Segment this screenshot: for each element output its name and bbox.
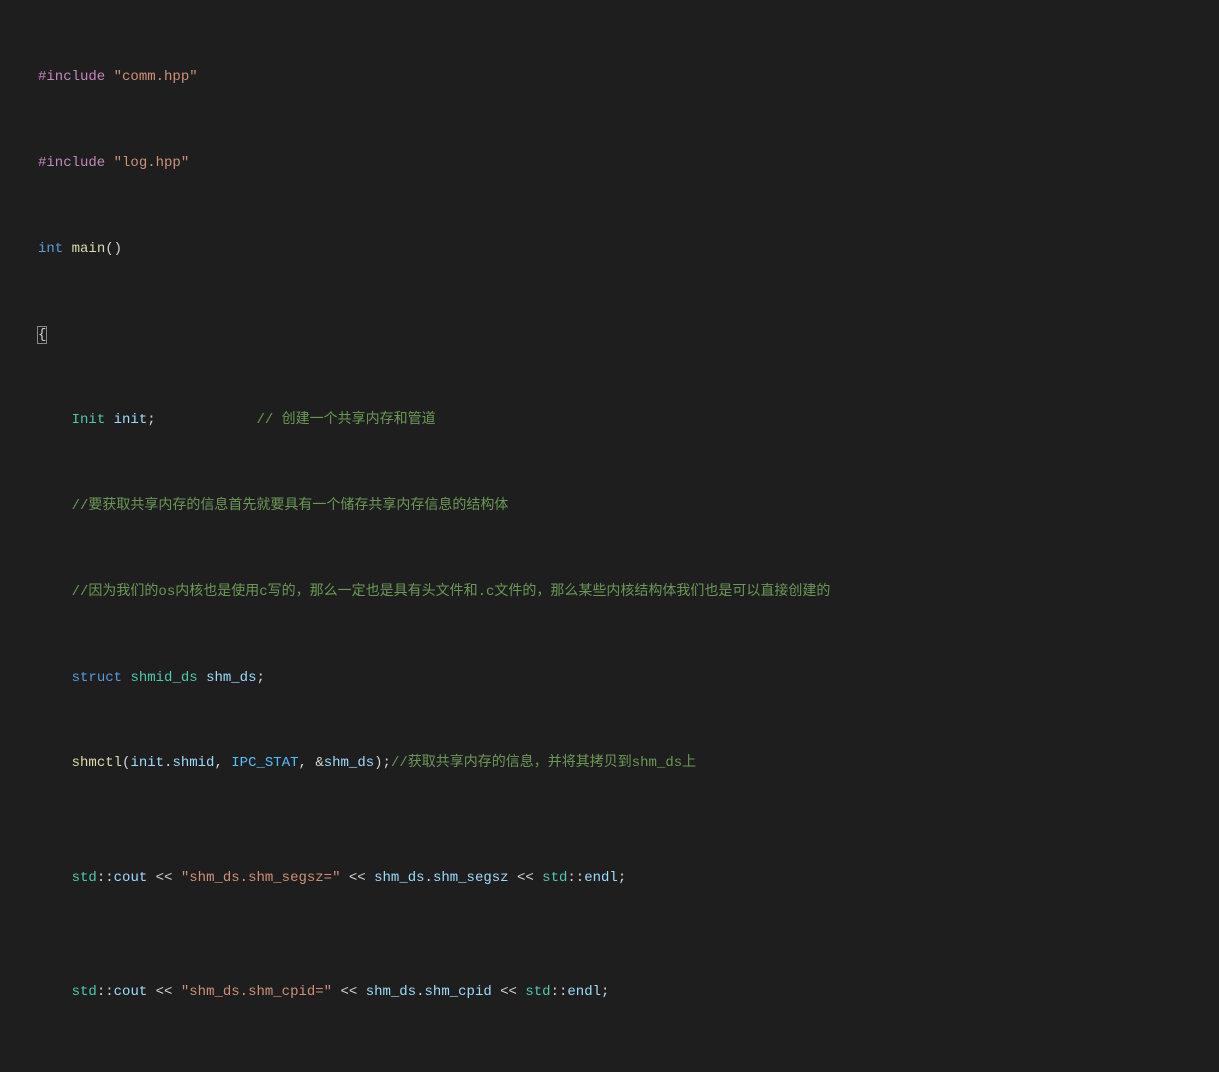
include-directive: #include [38, 155, 105, 171]
comment: //获取共享内存的信息，并将其拷贝到shm_ds上 [391, 755, 696, 771]
open-brace: { [37, 326, 47, 344]
code-line[interactable]: std::cout << "shm_ds.shm_cpid=" << shm_d… [38, 978, 1219, 1007]
comment: //因为我们的os内核也是使用c写的，那么一定也是具有头文件和.c文件的，那么某… [72, 584, 831, 600]
function-name: main [72, 241, 106, 257]
code-line[interactable]: shmctl(init.shmid, IPC_STAT, &shm_ds);//… [38, 749, 1219, 778]
constant: IPC_STAT [231, 755, 298, 771]
include-path: "log.hpp" [114, 155, 190, 171]
code-line[interactable]: int main() [38, 235, 1219, 264]
include-directive: #include [38, 69, 105, 85]
type-name: Init [72, 412, 106, 428]
code-line[interactable]: #include "log.hpp" [38, 149, 1219, 178]
code-line[interactable]: #include "comm.hpp" [38, 63, 1219, 92]
type-name: shmid_ds [130, 670, 197, 686]
variable: shm_ds [206, 670, 256, 686]
comment: // 创建一个共享内存和管道 [256, 412, 435, 428]
code-line[interactable]: //要获取共享内存的信息首先就要具有一个储存共享内存信息的结构体 [38, 492, 1219, 521]
code-line[interactable]: std::cout << "shm_ds.shm_segsz=" << shm_… [38, 864, 1219, 893]
variable: init [114, 412, 148, 428]
code-editor[interactable]: #include "comm.hpp" #include "log.hpp" i… [0, 0, 1219, 1072]
struct-keyword: struct [72, 670, 122, 686]
code-line[interactable]: struct shmid_ds shm_ds; [38, 664, 1219, 693]
code-line[interactable]: //因为我们的os内核也是使用c写的，那么一定也是具有头文件和.c文件的，那么某… [38, 578, 1219, 607]
include-path: "comm.hpp" [114, 69, 198, 85]
code-line[interactable]: { [38, 321, 1219, 350]
code-line[interactable]: Init init; // 创建一个共享内存和管道 [38, 406, 1219, 435]
function-call: shmctl [72, 755, 122, 771]
type-keyword: int [38, 241, 63, 257]
comment: //要获取共享内存的信息首先就要具有一个储存共享内存信息的结构体 [72, 498, 509, 514]
